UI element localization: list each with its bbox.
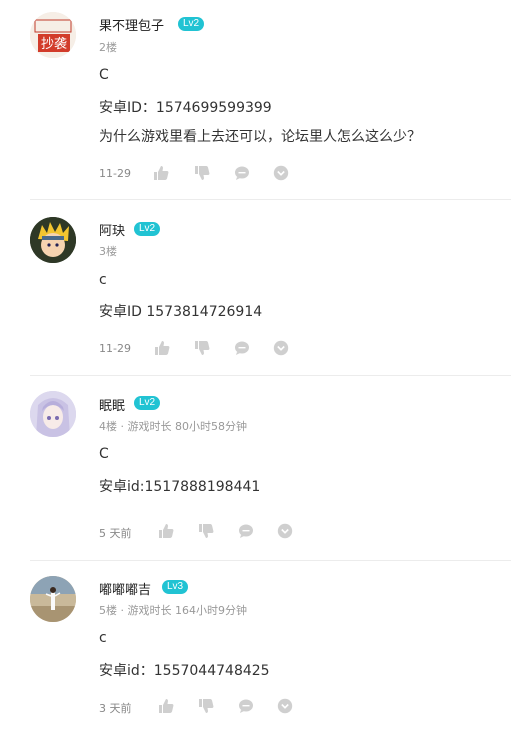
chevron-down-icon[interactable] bbox=[277, 698, 293, 714]
content-line: 安卓id:1517888198441 bbox=[99, 479, 261, 495]
timestamp: 11-29 bbox=[99, 167, 131, 180]
comment-icon[interactable] bbox=[238, 698, 254, 714]
floor-label: 2楼 bbox=[99, 41, 117, 54]
thumb-down-icon[interactable] bbox=[198, 523, 214, 539]
stamp-avatar-icon: 抄袭 bbox=[30, 12, 76, 58]
floor-label: 5楼 · 游戏时长 164小时9分钟 bbox=[99, 604, 247, 617]
content-line: c bbox=[99, 630, 107, 646]
timestamp: 11-29 bbox=[99, 342, 131, 355]
floor-label: 3楼 bbox=[99, 245, 117, 258]
username[interactable]: 嘟嘟嘟吉 bbox=[99, 579, 151, 598]
chevron-down-icon[interactable] bbox=[273, 340, 289, 356]
avatar[interactable] bbox=[30, 576, 76, 622]
comment-icon[interactable] bbox=[234, 340, 250, 356]
content-line: 安卓ID：1574699599399 bbox=[99, 100, 272, 116]
content-line: c bbox=[99, 272, 107, 288]
chevron-down-icon[interactable] bbox=[273, 165, 289, 181]
thumb-up-icon[interactable] bbox=[158, 523, 174, 539]
timestamp: 3 天前 bbox=[99, 702, 132, 715]
divider bbox=[30, 560, 511, 561]
anime-boy-avatar-icon bbox=[30, 217, 76, 263]
comment-icon[interactable] bbox=[234, 165, 250, 181]
divider bbox=[30, 375, 511, 376]
username[interactable]: 果不理包子 bbox=[99, 15, 164, 34]
content-line: C bbox=[99, 67, 109, 83]
thumb-up-icon[interactable] bbox=[153, 165, 169, 181]
avatar[interactable] bbox=[30, 391, 76, 437]
thumb-down-icon[interactable] bbox=[198, 698, 214, 714]
level-badge: Lv2 bbox=[134, 396, 161, 410]
level-badge: Lv2 bbox=[178, 17, 205, 31]
thumb-down-icon[interactable] bbox=[194, 165, 210, 181]
thumb-down-icon[interactable] bbox=[194, 340, 210, 356]
content-line: 安卓ID 1573814726914 bbox=[99, 304, 263, 320]
timestamp: 5 天前 bbox=[99, 527, 132, 540]
avatar-text: 抄袭 bbox=[41, 37, 67, 52]
level-badge: Lv2 bbox=[134, 222, 161, 236]
chevron-down-icon[interactable] bbox=[277, 523, 293, 539]
content-line: 为什么游戏里看上去还可以，论坛里人怎么这么少？ bbox=[99, 129, 421, 145]
floor-label: 4楼 · 游戏时长 80小时58分钟 bbox=[99, 420, 247, 433]
level-badge: Lv3 bbox=[162, 580, 189, 594]
username[interactable]: 阿玦 bbox=[99, 220, 125, 239]
anime-girl-avatar-icon bbox=[30, 391, 76, 437]
avatar[interactable] bbox=[30, 217, 76, 263]
avatar[interactable]: 抄袭 bbox=[30, 12, 76, 58]
username[interactable]: 眠眠 bbox=[99, 395, 125, 414]
content-line: 安卓id：1557044748425 bbox=[99, 663, 270, 679]
thumb-up-icon[interactable] bbox=[154, 340, 170, 356]
photo-avatar-icon bbox=[30, 576, 76, 622]
divider bbox=[30, 199, 511, 200]
content-line: C bbox=[99, 446, 109, 462]
comment-icon[interactable] bbox=[238, 523, 254, 539]
thumb-up-icon[interactable] bbox=[158, 698, 174, 714]
